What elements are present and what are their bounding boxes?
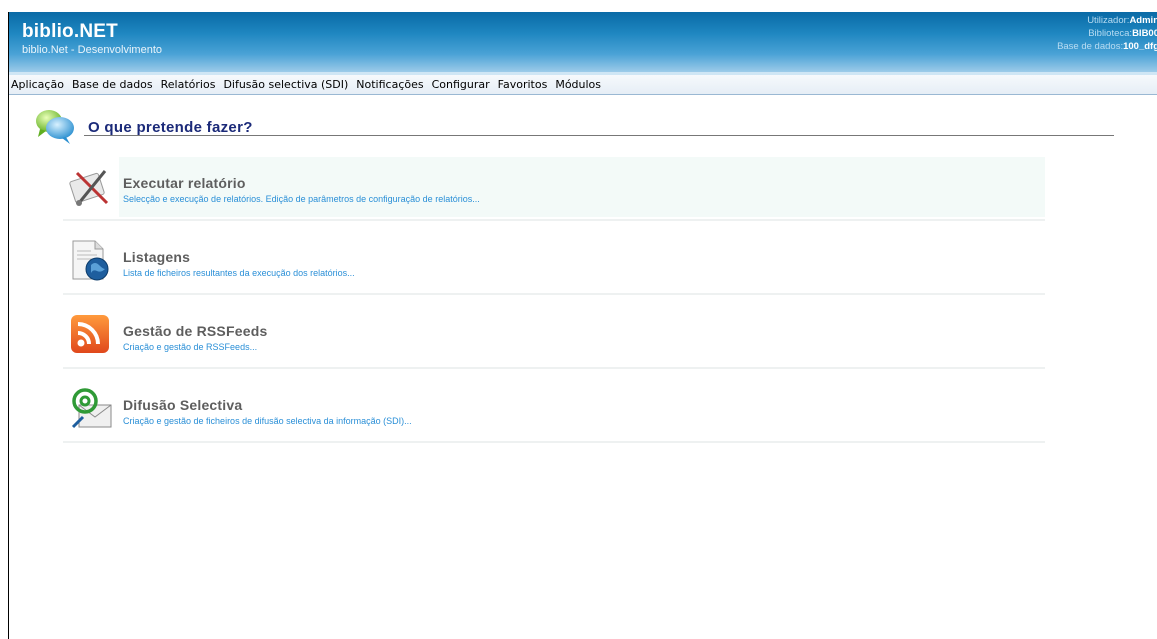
item-description: Lista de ficheiros resultantes da execuç… <box>123 268 355 278</box>
app-brand[interactable]: biblio.NET <box>22 21 118 43</box>
top-margin <box>0 0 1157 12</box>
item-background <box>119 231 1045 291</box>
list-item-gestao-rssfeeds[interactable]: Gestão de RSSFeeds Criação e gestão de R… <box>63 305 1045 369</box>
item-title[interactable]: Difusão Selectiva <box>123 397 242 413</box>
database-label: Base de dados: <box>1057 41 1124 52</box>
menu-item-base-de-dados[interactable]: Base de dados <box>68 78 157 91</box>
library-label: Biblioteca: <box>1088 28 1133 39</box>
item-description: Selecção e execução de relatórios. Ediçã… <box>123 194 480 204</box>
list-item-executar-relatorio[interactable]: Executar relatório Selecção e execução d… <box>63 157 1045 221</box>
menu-item-favoritos[interactable]: Favoritos <box>494 78 552 91</box>
user-label: Utilizador: <box>1087 15 1130 26</box>
menu-item-configurar[interactable]: Configurar <box>428 78 494 91</box>
user-value: Admin <box>1129 15 1157 26</box>
app-window: biblio.NET biblio.Net - Desenvolvimento … <box>0 0 1157 639</box>
menu-item-relatorios[interactable]: Relatórios <box>157 78 220 91</box>
item-description: Criação e gestão de ficheiros de difusão… <box>123 416 412 426</box>
menu-item-difusao-selectiva[interactable]: Difusão selectiva (SDI) <box>219 78 352 91</box>
app-header: biblio.NET biblio.Net - Desenvolvimento … <box>9 12 1157 72</box>
chat-bubble-icon <box>36 110 74 144</box>
app-subtitle: biblio.Net - Desenvolvimento <box>22 44 163 56</box>
menu-item-aplicacao[interactable]: Aplicação <box>9 78 68 91</box>
menu-item-modulos[interactable]: Módulos <box>551 78 605 91</box>
list-item-listagens[interactable]: Listagens Lista de ficheiros resultantes… <box>63 231 1045 295</box>
menu-item-notificacoes[interactable]: Notificações <box>352 78 427 91</box>
item-title[interactable]: Listagens <box>123 249 190 265</box>
email-at-icon <box>71 388 112 429</box>
item-title[interactable]: Gestão de RSSFeeds <box>123 323 267 339</box>
menu-bar: Aplicação Base de dados Relatórios Difus… <box>9 75 1157 95</box>
item-description: Criação e gestão de RSSFeeds... <box>123 342 258 352</box>
library-value: BIB00 <box>1132 28 1157 39</box>
report-tools-icon <box>69 170 109 206</box>
title-divider <box>84 135 1114 136</box>
left-border <box>8 12 9 639</box>
document-globe-icon <box>72 240 109 281</box>
item-title[interactable]: Executar relatório <box>123 175 246 191</box>
database-value: 100_dfg <box>1123 41 1157 52</box>
page-title: O que pretende fazer? <box>88 119 253 136</box>
user-info: Utilizador:Admin Biblioteca:BIB00 Base d… <box>1057 14 1157 53</box>
item-highlight <box>119 157 1045 217</box>
rss-icon <box>71 315 109 353</box>
item-background <box>119 379 1045 439</box>
list-item-difusao-selectiva[interactable]: Difusão Selectiva Criação e gestão de fi… <box>63 379 1045 443</box>
